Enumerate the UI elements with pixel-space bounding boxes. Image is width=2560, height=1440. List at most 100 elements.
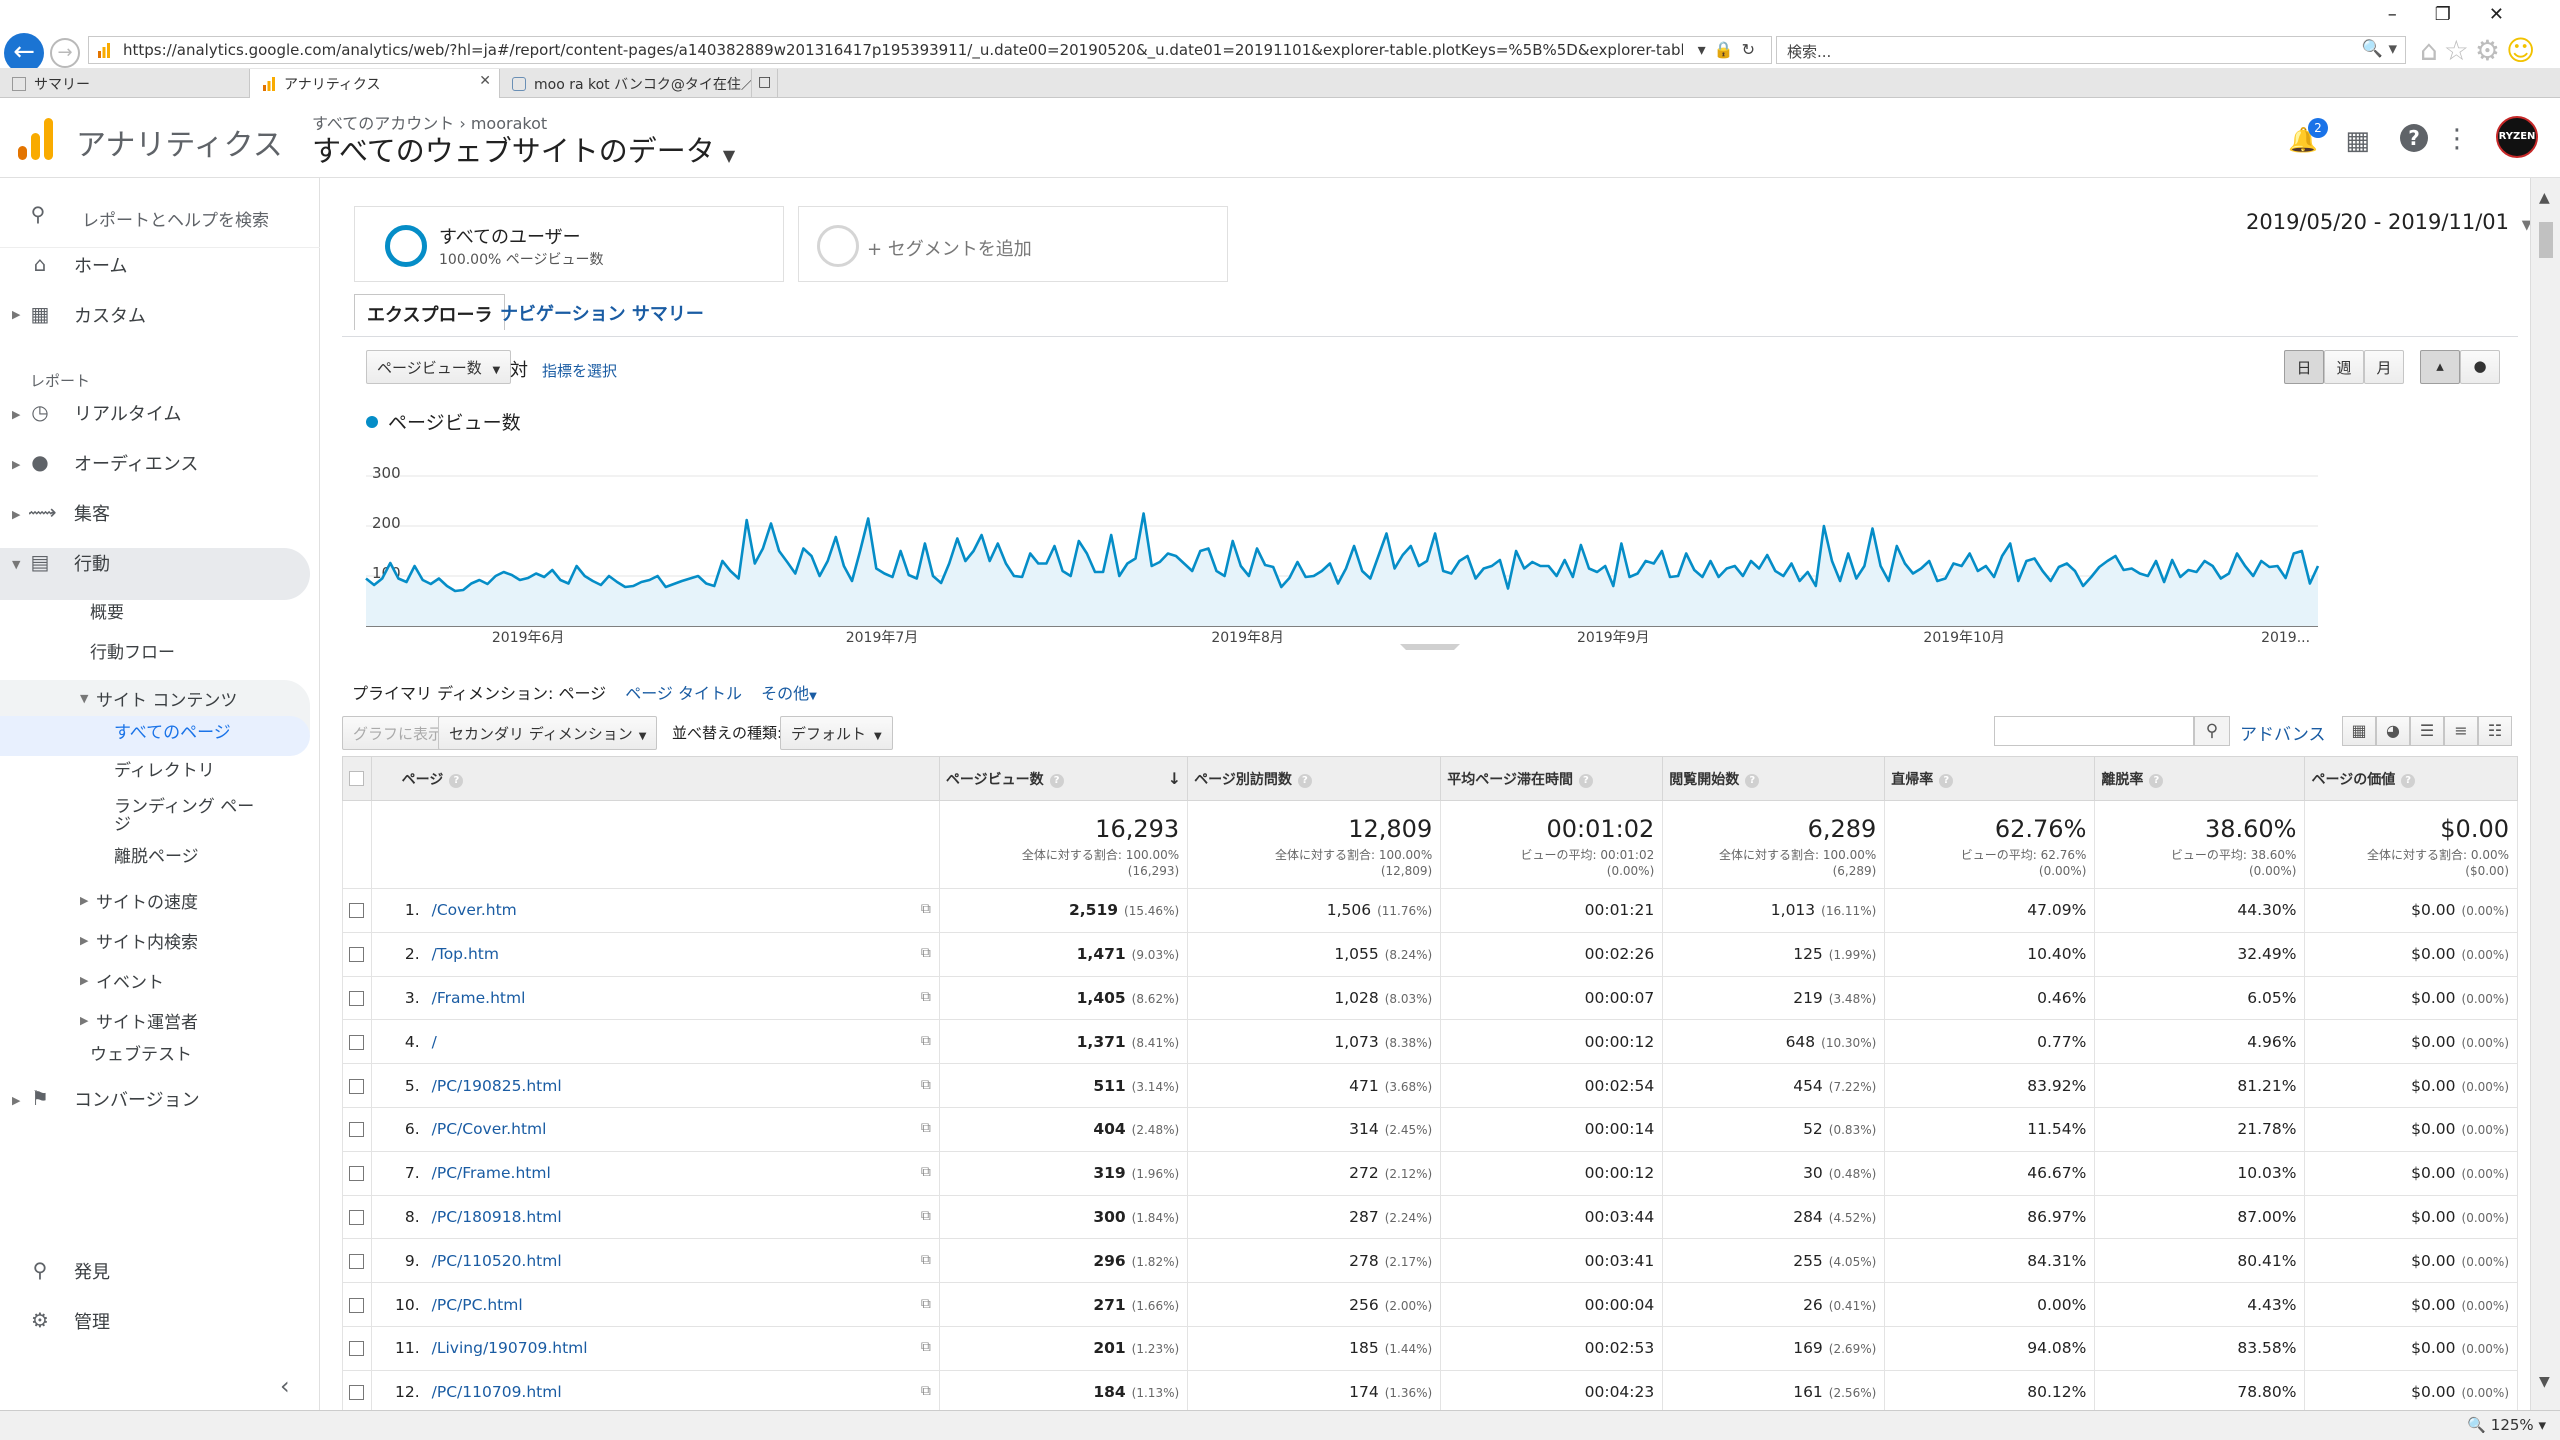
advanced-filter-link[interactable]: アドバンス bbox=[2240, 720, 2326, 745]
sidebar-item-site-content[interactable]: サイト コンテンツ bbox=[96, 686, 237, 711]
sidebar-item-home[interactable]: ホーム bbox=[74, 252, 127, 278]
collapse-arrow-icon[interactable]: ▼ bbox=[80, 692, 88, 705]
row-checkbox[interactable] bbox=[349, 1209, 365, 1225]
motion-chart-view-button[interactable]: ● bbox=[2460, 350, 2500, 384]
tab-explorer[interactable]: エクスプローラ bbox=[354, 294, 506, 330]
row-checkbox[interactable] bbox=[349, 1078, 365, 1094]
browser-tab-analytics[interactable]: アナリティクス ✕ bbox=[250, 69, 500, 98]
external-link-icon[interactable]: ⧉ bbox=[921, 901, 931, 917]
sidebar-item-site-search[interactable]: サイト内検索 bbox=[96, 928, 198, 953]
help-icon[interactable]: ? bbox=[1297, 773, 1312, 788]
row-checkbox[interactable] bbox=[349, 1166, 365, 1182]
column-header-page[interactable]: ページ? bbox=[370, 756, 940, 801]
scroll-down-icon[interactable]: ▼ bbox=[2539, 1374, 2550, 1390]
restore-icon[interactable]: ❐ bbox=[2435, 4, 2489, 25]
sort-type-select[interactable]: デフォルト ▼ bbox=[780, 716, 893, 750]
refresh-icon[interactable]: ↻ bbox=[1742, 40, 1763, 59]
page-link[interactable]: / bbox=[432, 1033, 437, 1051]
pie-view-icon[interactable]: ◕ bbox=[2376, 716, 2410, 746]
dimension-other[interactable]: その他▼ bbox=[761, 684, 817, 703]
metric-selector[interactable]: ページビュー数 ▼ bbox=[366, 350, 512, 384]
sidebar-item-audience[interactable]: オーディエンス bbox=[74, 450, 198, 476]
star-icon[interactable]: ☆ bbox=[2444, 34, 2475, 67]
dimension-page-title[interactable]: ページ タイトル bbox=[625, 684, 742, 703]
browser-tab-summary[interactable]: サマリー bbox=[0, 69, 250, 98]
external-link-icon[interactable]: ⧉ bbox=[921, 945, 931, 961]
smiley-icon[interactable]: ☺ bbox=[2506, 34, 2541, 67]
expand-arrow-icon[interactable]: ▶ bbox=[12, 308, 20, 321]
sidebar-search[interactable]: ⚲ レポートとヘルプを検索 bbox=[0, 188, 320, 248]
sidebar-item-directory[interactable]: ディレクトリ bbox=[114, 756, 215, 781]
secondary-dimension-button[interactable]: セカンダリ ディメンション ▼ bbox=[438, 716, 658, 750]
apps-grid-icon[interactable]: ▦ bbox=[2345, 126, 2370, 156]
line-chart-view-button[interactable]: ▴ bbox=[2420, 350, 2460, 384]
sidebar-item-behavior[interactable]: 行動 bbox=[74, 550, 110, 576]
help-icon[interactable]: ? bbox=[2149, 773, 2164, 788]
sidebar-item-landing-pages[interactable]: ランディング ページ bbox=[114, 798, 264, 834]
analytics-logo-icon[interactable] bbox=[18, 118, 54, 160]
help-icon[interactable]: ? bbox=[1578, 773, 1593, 788]
column-header-unique-pageviews[interactable]: ページ別訪問数? bbox=[1187, 756, 1442, 801]
column-header-pageviews[interactable]: ページビュー数? ↓ bbox=[938, 756, 1189, 801]
expand-arrow-icon[interactable]: ▶ bbox=[80, 934, 88, 947]
collapse-arrow-icon[interactable]: ▼ bbox=[12, 558, 20, 571]
page-link[interactable]: /PC/190825.html bbox=[432, 1077, 562, 1095]
row-checkbox[interactable] bbox=[349, 1385, 365, 1401]
lock-icon[interactable]: 🔒 bbox=[1714, 40, 1742, 59]
granularity-month-button[interactable]: 月 bbox=[2364, 350, 2404, 384]
column-header-exit-rate[interactable]: 離脱率? bbox=[2094, 756, 2306, 801]
select-metric-link[interactable]: 指標を選択 bbox=[542, 360, 617, 381]
bell-icon[interactable]: 🔔 2 bbox=[2288, 118, 2328, 154]
close-tab-icon[interactable]: ✕ bbox=[479, 73, 491, 89]
sidebar-item-overview[interactable]: 概要 bbox=[90, 598, 124, 623]
sidebar-item-acquisition[interactable]: 集客 bbox=[74, 500, 110, 526]
external-link-icon[interactable]: ⧉ bbox=[921, 1296, 931, 1312]
more-vert-icon[interactable]: ⋮ bbox=[2444, 124, 2470, 154]
add-segment-button[interactable]: + セグメントを追加 bbox=[798, 206, 1228, 282]
comparison-view-icon[interactable]: ≡ bbox=[2444, 716, 2478, 746]
help-icon[interactable]: ? bbox=[2400, 124, 2428, 152]
address-bar[interactable]: https://analytics.google.com/analytics/w… bbox=[88, 36, 1772, 64]
scroll-thumb[interactable] bbox=[2539, 222, 2553, 258]
expand-arrow-icon[interactable]: ▶ bbox=[12, 1094, 20, 1107]
gear-icon[interactable]: ⚙ bbox=[2475, 34, 2506, 67]
row-checkbox[interactable] bbox=[349, 1122, 365, 1138]
dimension-page[interactable]: ページ bbox=[558, 684, 606, 703]
sidebar-item-behavior-flow[interactable]: 行動フロー bbox=[90, 638, 175, 663]
help-icon[interactable]: ? bbox=[449, 773, 464, 788]
granularity-day-button[interactable]: 日 bbox=[2284, 350, 2324, 384]
date-range-picker[interactable]: 2019/05/20 - 2019/11/01 ▼ bbox=[2246, 210, 2532, 234]
page-link[interactable]: /Living/190709.html bbox=[432, 1339, 588, 1357]
expand-arrow-icon[interactable]: ▶ bbox=[80, 1014, 88, 1027]
table-search-input[interactable] bbox=[1994, 716, 2194, 746]
sidebar-item-custom[interactable]: カスタム bbox=[74, 302, 146, 328]
help-icon[interactable]: ? bbox=[2401, 773, 2416, 788]
page-link[interactable]: /PC/110520.html bbox=[432, 1252, 562, 1270]
page-link[interactable]: /PC/110709.html bbox=[432, 1383, 562, 1401]
sidebar-item-admin[interactable]: 管理 bbox=[74, 1308, 110, 1334]
row-checkbox[interactable] bbox=[349, 1253, 365, 1269]
page-link[interactable]: /Cover.htm bbox=[432, 901, 517, 919]
sidebar-item-discover[interactable]: 発見 bbox=[74, 1258, 110, 1284]
page-link[interactable]: /PC/180918.html bbox=[432, 1208, 562, 1226]
scroll-up-icon[interactable]: ▲ bbox=[2539, 190, 2550, 206]
forward-button[interactable]: → bbox=[50, 38, 80, 68]
page-link[interactable]: /Frame.html bbox=[432, 989, 526, 1007]
sidebar-item-site-speed[interactable]: サイトの速度 bbox=[96, 888, 198, 913]
performance-view-icon[interactable]: ☰ bbox=[2410, 716, 2444, 746]
external-link-icon[interactable]: ⧉ bbox=[921, 1208, 931, 1224]
view-selector[interactable]: すべてのウェブサイトのデータ ▼ bbox=[312, 128, 735, 170]
new-tab-button[interactable]: □ bbox=[752, 69, 778, 98]
expand-arrow-icon[interactable]: ▶ bbox=[12, 508, 20, 521]
browser-tab-blog[interactable]: moo ra kot バンコク@タイ在住／... bbox=[500, 69, 752, 98]
sidebar-item-experiments[interactable]: ウェブテスト bbox=[90, 1040, 192, 1065]
column-header-avg-time[interactable]: 平均ページ滞在時間? bbox=[1440, 756, 1664, 801]
page-scrollbar[interactable]: ▲ ▼ bbox=[2530, 178, 2560, 1410]
expand-arrow-icon[interactable]: ▶ bbox=[12, 458, 20, 471]
page-link[interactable]: /PC/Cover.html bbox=[432, 1120, 547, 1138]
sidebar-item-exit-pages[interactable]: 離脱ページ bbox=[114, 842, 199, 867]
zoom-level[interactable]: 🔍 125% ▾ bbox=[2467, 1416, 2546, 1434]
column-header-entrances[interactable]: 閲覧開始数? bbox=[1662, 756, 1886, 801]
app-name[interactable]: アナリティクス bbox=[76, 120, 283, 164]
page-link[interactable]: /PC/Frame.html bbox=[432, 1164, 551, 1182]
